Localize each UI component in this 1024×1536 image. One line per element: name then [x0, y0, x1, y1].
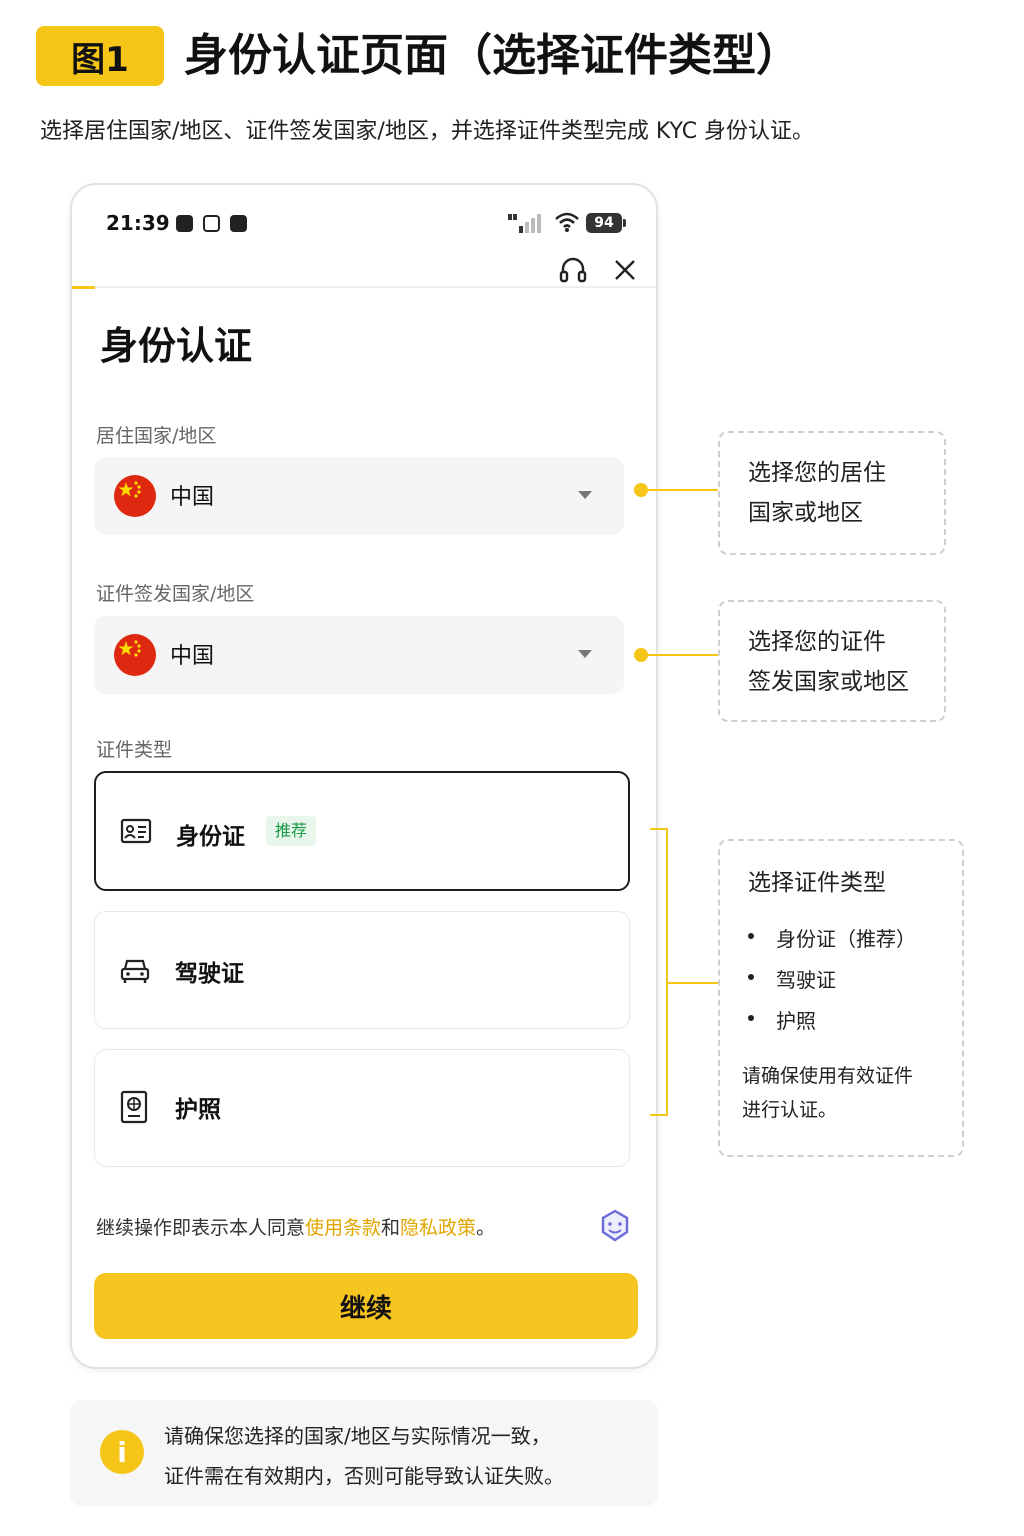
recommended-badge: 推荐 — [266, 816, 317, 846]
info-icon: i — [100, 1430, 144, 1474]
connector-line — [648, 489, 718, 491]
issuing-value: 中国 — [170, 644, 215, 669]
residence-value: 中国 — [170, 485, 215, 510]
notice-box: i 请确保您选择的国家/地区与实际情况一致， 证件需在有效期内，否则可能导致认证… — [70, 1400, 658, 1506]
agreement-text: 继续操作即表示本人同意使用条款和隐私政策。 — [96, 1213, 495, 1240]
car-icon — [120, 959, 150, 983]
residence-select[interactable]: 中国 — [94, 457, 624, 535]
agreement-and: 和 — [381, 1217, 401, 1239]
callout-line: 选择您的居住 — [748, 460, 886, 486]
callout-line: 选择您的证件 — [748, 629, 886, 655]
agreement-suffix: 。 — [476, 1217, 496, 1239]
china-flag-icon — [114, 475, 156, 517]
status-time: 21:39 — [106, 211, 170, 235]
notification-icon — [176, 215, 193, 232]
passport-icon — [120, 1090, 148, 1124]
progress-fill — [72, 286, 96, 289]
figure-subtitle: 选择居住国家/地区、证件签发国家/地区，并选择证件类型完成 KYC 身份认证。 — [40, 119, 815, 144]
connector-line — [648, 654, 718, 656]
app-icon — [230, 215, 247, 232]
assistant-bot-icon[interactable] — [596, 1207, 634, 1245]
callout-doc-type: 选择证件类型 身份证（推荐） 驾驶证 护照 请确保使用有效证件 进行认证。 — [718, 839, 964, 1157]
status-bar: 21:39 94 — [72, 185, 656, 255]
doc-option-label: 驾驶证 — [175, 961, 244, 987]
bracket-connector — [666, 982, 718, 984]
figure-title: 身份认证页面（选择证件类型） — [184, 30, 800, 81]
headset-icon[interactable] — [558, 255, 588, 285]
issuing-select[interactable]: 中国 — [94, 616, 624, 694]
continue-button[interactable]: 继续 — [94, 1273, 638, 1339]
connector-dot — [634, 648, 648, 662]
check-icon — [203, 215, 220, 232]
wifi-icon — [555, 212, 579, 232]
connector-dot — [634, 483, 648, 497]
progress-bar — [72, 286, 656, 289]
notice-line-1: 请确保您选择的国家/地区与实际情况一致， — [164, 1424, 551, 1448]
bracket-vertical — [666, 828, 668, 1116]
callout-title: 选择证件类型 — [748, 870, 886, 896]
battery-indicator: 94 — [586, 213, 626, 233]
callout-issuing: 选择您的证件 签发国家或地区 — [718, 600, 946, 722]
page-title: 身份认证 — [100, 324, 253, 368]
terms-link[interactable]: 使用条款 — [305, 1217, 381, 1239]
callout-residence: 选择您的居住 国家或地区 — [718, 431, 946, 555]
doc-option-label: 护照 — [175, 1097, 221, 1123]
doc-type-label: 证件类型 — [96, 739, 173, 761]
china-flag-icon — [114, 634, 156, 676]
residence-label: 居住国家/地区 — [96, 425, 217, 447]
id-card-icon — [120, 818, 152, 844]
chevron-down-icon — [578, 650, 592, 658]
callout-note: 请确保使用有效证件 — [742, 1065, 914, 1087]
figure-badge: 图1 — [36, 26, 164, 86]
bracket-bottom — [650, 1114, 668, 1116]
callout-line: 签发国家或地区 — [748, 669, 909, 695]
callout-line: 国家或地区 — [748, 500, 863, 526]
privacy-link[interactable]: 隐私政策 — [400, 1217, 476, 1239]
doc-option-id-card[interactable]: 身份证 推荐 — [94, 771, 630, 891]
callout-note: 进行认证。 — [742, 1099, 838, 1121]
signal-icon — [508, 214, 541, 233]
close-icon[interactable] — [612, 257, 638, 283]
issuing-label: 证件签发国家/地区 — [96, 583, 255, 605]
agreement-prefix: 继续操作即表示本人同意 — [96, 1217, 306, 1239]
doc-option-passport[interactable]: 护照 — [94, 1049, 630, 1167]
phone-screen: 21:39 94 身份认证 居住国家/地区 中国 证件签发国家/地区 中国 证件… — [70, 183, 658, 1369]
chevron-down-icon — [578, 491, 592, 499]
notice-line-2: 证件需在有效期内，否则可能导致认证失败。 — [164, 1464, 564, 1488]
doc-option-driver-license[interactable]: 驾驶证 — [94, 911, 630, 1029]
doc-option-label: 身份证 — [176, 824, 245, 850]
